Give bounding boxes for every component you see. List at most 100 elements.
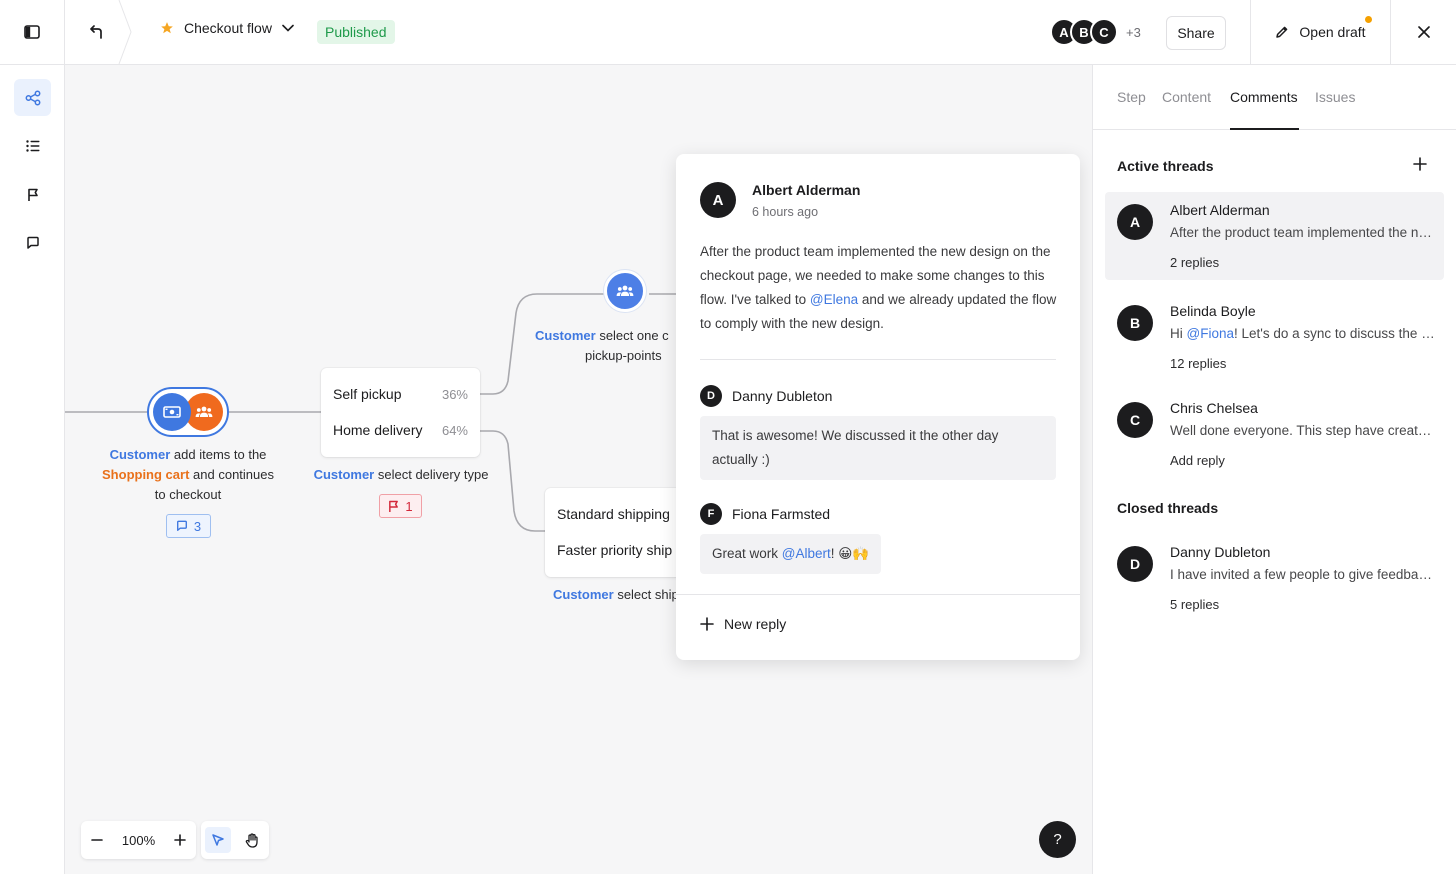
choice-option[interactable]: Faster priority ship [545, 532, 695, 568]
choice-option[interactable]: Home delivery 64% [321, 412, 480, 448]
reply-text-part: Great work [712, 546, 779, 561]
zoom-controls: 100% [81, 821, 196, 859]
comments-count: 3 [193, 518, 202, 534]
zoom-out-icon[interactable] [90, 834, 103, 846]
thread-author: Chris Chelsea [1170, 400, 1258, 416]
step-node-pickup-point[interactable] [604, 270, 646, 312]
actor-group-icon [616, 285, 634, 296]
mention-link[interactable]: @Elena [810, 292, 858, 307]
mention-link[interactable]: @Albert [782, 546, 831, 561]
avatar: B [1117, 305, 1153, 341]
thread-item[interactable]: C Chris Chelsea Well done everyone. This… [1105, 390, 1444, 478]
thread-author: Danny Dubleton [1170, 544, 1271, 560]
tab-issues[interactable]: Issues [1315, 89, 1355, 105]
actor-label: Customer [535, 328, 596, 343]
flow-title-dropdown[interactable]: Checkout flow [160, 20, 294, 36]
open-draft-button[interactable]: Open draft [1250, 0, 1391, 64]
reply-author: Fiona Farmsted [732, 506, 831, 522]
canvas-tools [201, 821, 269, 859]
shopping-cart-icon [153, 393, 191, 431]
issues-count: 1 [405, 498, 413, 514]
comment-icon [176, 520, 187, 531]
reply-author: Danny Dubleton [732, 388, 833, 404]
comments-count-badge[interactable]: 3 [166, 514, 211, 538]
step-text: select delivery type [377, 467, 489, 482]
add-thread-icon[interactable] [1413, 157, 1427, 171]
tab-content[interactable]: Content [1162, 89, 1211, 105]
thread-replies[interactable]: 2 replies [1170, 255, 1219, 270]
open-draft-label: Open draft [1299, 24, 1366, 40]
list-icon [25, 139, 39, 152]
step-text: and continues [193, 467, 274, 482]
avatars-more-count: +3 [1126, 24, 1141, 40]
shipping-choice-card[interactable]: Standard shipping Faster priority ship [545, 488, 695, 577]
step-label: Customer select delivery type [301, 465, 501, 485]
step-text: select ship [617, 587, 679, 602]
mention-link[interactable]: @Fiona [1187, 326, 1234, 341]
flag-icon [27, 188, 38, 201]
active-tab-indicator [1230, 128, 1299, 130]
choice-option[interactable]: Standard shipping [545, 496, 695, 532]
option-label: Self pickup [333, 386, 402, 402]
thread-author: Belinda Boyle [1170, 303, 1256, 319]
avatar: A [700, 182, 736, 218]
chevron-down-icon [282, 24, 294, 32]
notification-dot [1365, 16, 1372, 23]
option-percent: 36% [441, 386, 468, 402]
help-button[interactable]: ? [1039, 821, 1076, 858]
tab-step[interactable]: Step [1117, 89, 1146, 105]
sidebar-toggle-icon [24, 25, 40, 39]
issues-count-badge[interactable]: 1 [379, 494, 422, 518]
avatar: D [700, 385, 722, 407]
panel-tabs: Step Content Comments Issues [1093, 65, 1456, 130]
star-icon [161, 22, 173, 34]
new-reply-button[interactable]: New reply [700, 616, 786, 632]
close-button[interactable] [1392, 0, 1456, 64]
hand-icon [245, 832, 258, 848]
flow-nodes-icon [25, 90, 40, 105]
avatar: D [1117, 546, 1153, 582]
active-threads-heading: Active threads [1117, 158, 1214, 174]
comment-thread-popover: A Albert Alderman 6 hours ago After the … [676, 154, 1080, 660]
step-text: add items to the [173, 447, 267, 462]
tab-comments[interactable]: Comments [1230, 89, 1298, 105]
list-view-button[interactable] [14, 127, 51, 164]
actor-label: Customer [553, 587, 614, 602]
close-icon [1418, 26, 1430, 38]
zoom-level[interactable]: 100% [122, 833, 155, 848]
delivery-type-choice-card[interactable]: Self pickup 36% Home delivery 64% [321, 368, 480, 457]
thread-item[interactable]: D Danny Dubleton I have invited a few pe… [1105, 534, 1444, 622]
details-panel: Step Content Comments Issues Active thre… [1092, 65, 1456, 874]
choice-option[interactable]: Self pickup 36% [321, 376, 480, 412]
pan-tool-button[interactable] [239, 827, 265, 853]
breadcrumb-separator [118, 0, 132, 64]
actor-label: Customer [313, 467, 375, 482]
divider [700, 359, 1056, 360]
entity-label: Shopping cart [102, 467, 190, 482]
thread-replies[interactable]: 12 replies [1170, 356, 1226, 371]
collaborators[interactable]: A B C +3 [1050, 18, 1141, 46]
thread-replies[interactable]: 5 replies [1170, 597, 1219, 612]
comments-view-button[interactable] [14, 224, 51, 261]
zoom-in-icon[interactable] [174, 834, 187, 846]
issues-view-button[interactable] [14, 176, 51, 213]
thread-item[interactable]: A Albert Alderman After the product team… [1105, 192, 1444, 280]
flow-view-button[interactable] [14, 79, 51, 116]
select-tool-button[interactable] [205, 827, 231, 853]
reply-text-part: ! 😀🙌 [830, 546, 870, 561]
comment-author: Albert Alderman [752, 182, 861, 198]
thread-preview: After the product team implemented the n… [1170, 225, 1436, 240]
option-percent: 64% [441, 422, 468, 438]
share-button[interactable]: Share [1166, 16, 1226, 50]
thread-item[interactable]: B Belinda Boyle Hi @Fiona! Let's do a sy… [1105, 293, 1444, 381]
step-label: Customer select ship [553, 585, 693, 605]
sidebar-toggle-button[interactable] [0, 0, 65, 64]
step-node-add-to-cart[interactable] [147, 387, 229, 437]
option-label: Home delivery [333, 422, 423, 438]
comment-body: After the product team implemented the n… [700, 240, 1060, 336]
avatar: F [700, 503, 722, 525]
preview-text: Hi [1170, 326, 1183, 341]
plus-icon [700, 617, 714, 631]
add-reply-link[interactable]: Add reply [1170, 453, 1225, 468]
closed-threads-heading: Closed threads [1117, 500, 1219, 516]
